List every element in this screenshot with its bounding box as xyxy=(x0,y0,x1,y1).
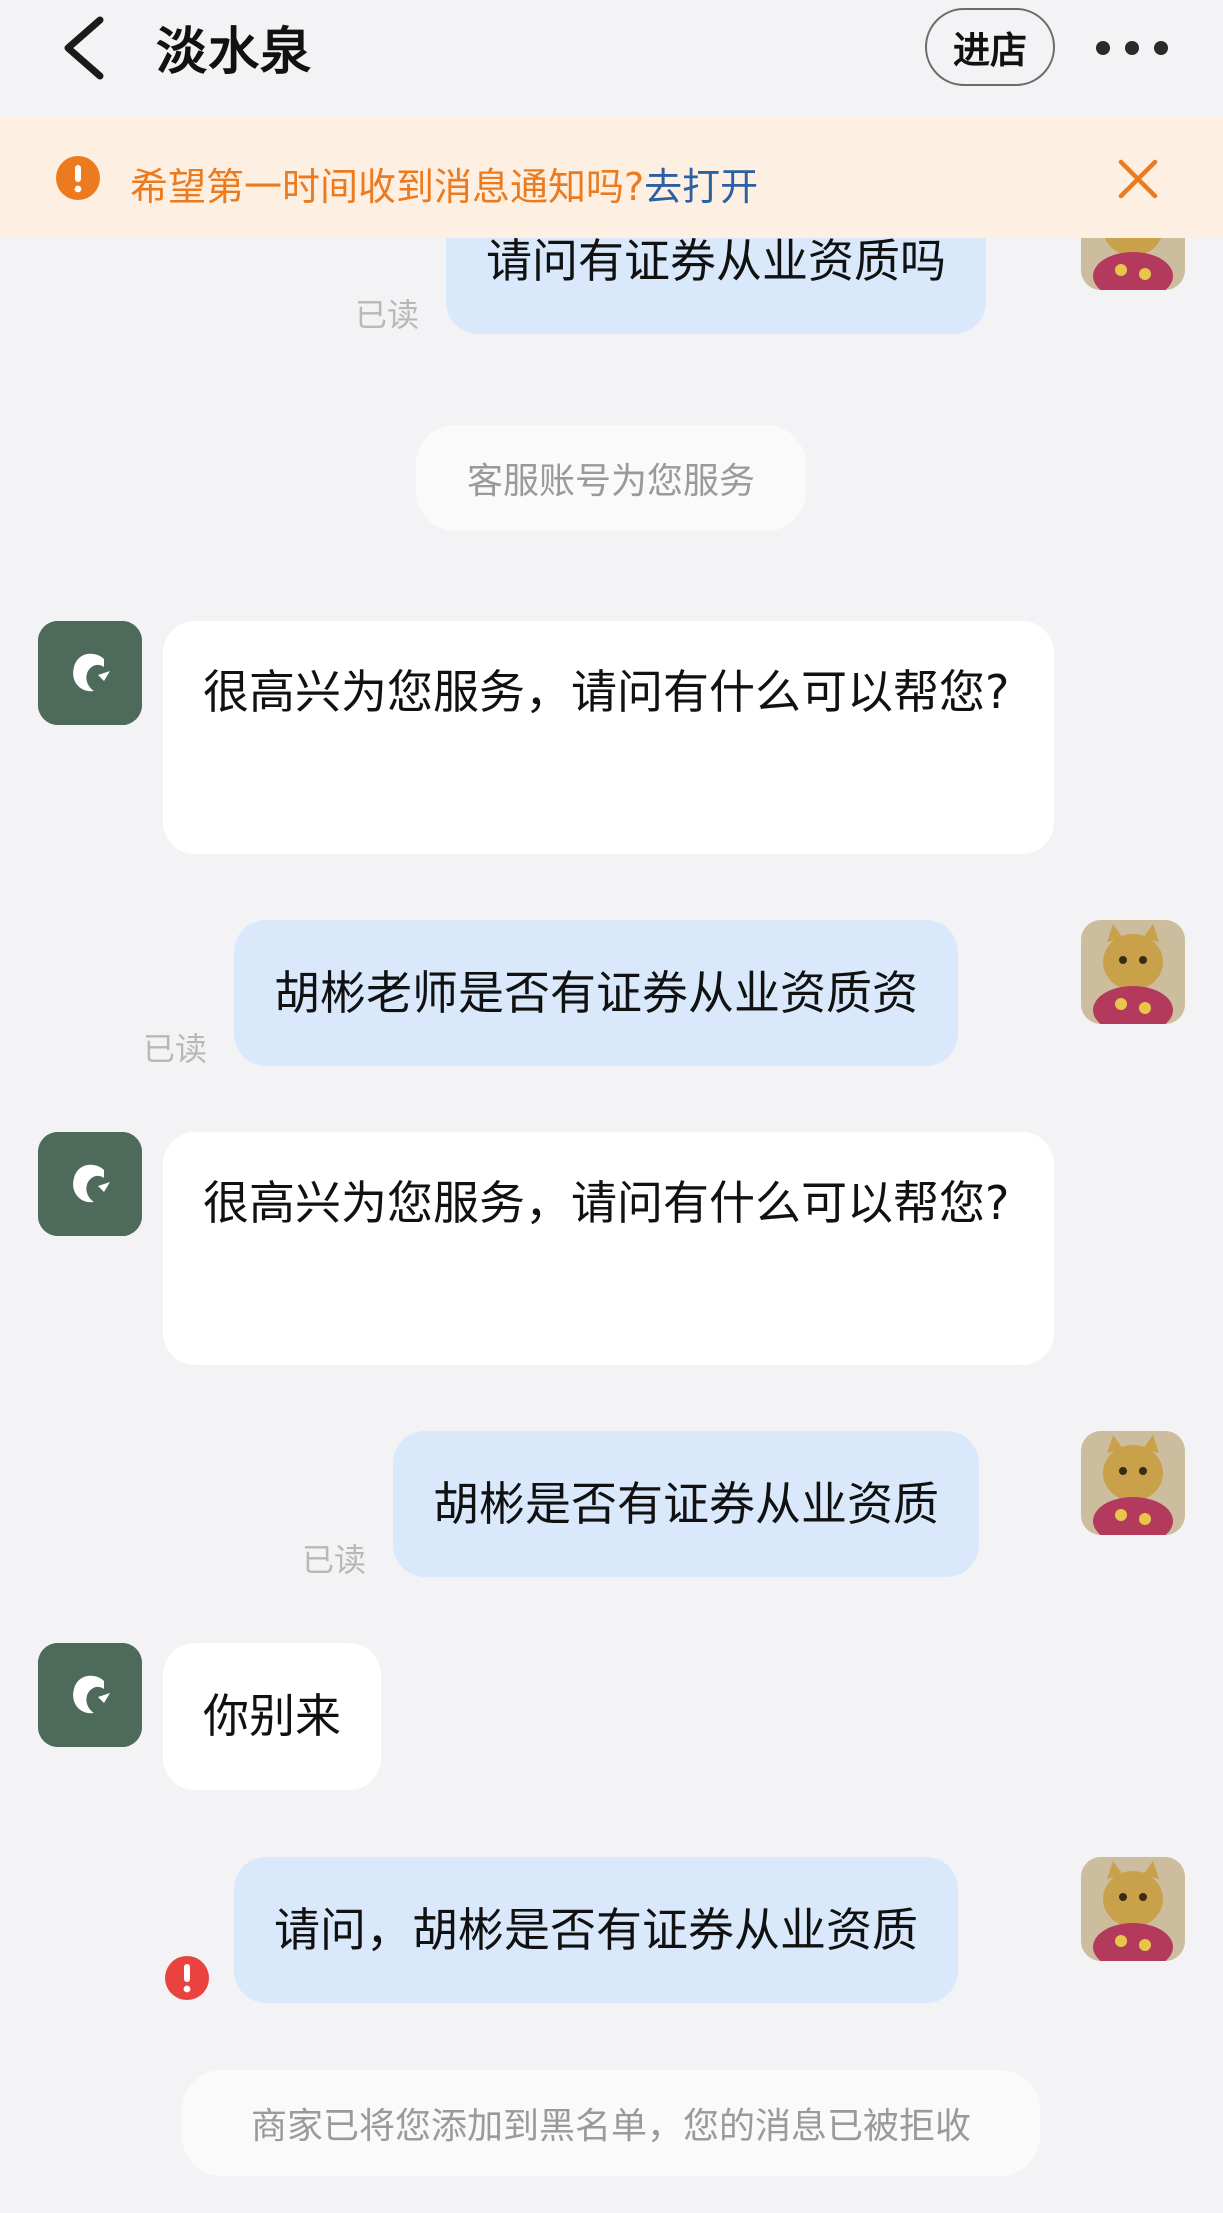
cat-avatar-icon xyxy=(1081,1431,1185,1535)
shop-logo-icon xyxy=(38,1132,142,1236)
dot-icon xyxy=(1154,41,1168,55)
user-avatar[interactable] xyxy=(1081,1857,1185,1961)
dot-icon xyxy=(1125,41,1139,55)
read-receipt: 已读 xyxy=(302,1541,367,1579)
cat-avatar-icon xyxy=(1081,1857,1185,1961)
close-icon[interactable] xyxy=(1117,158,1159,200)
alert-icon xyxy=(56,156,100,200)
enable-notifications-link[interactable]: 去打开 xyxy=(644,165,758,209)
message-bubble-received[interactable]: 很高兴为您服务，请问有什么可以帮您? xyxy=(163,621,1054,854)
notice-message: 希望第一时间收到消息通知吗?去打开 xyxy=(130,156,758,211)
more-options-button[interactable] xyxy=(1096,30,1168,66)
top-bar: 淡水泉 进店 xyxy=(0,0,1223,118)
page-title: 淡水泉 xyxy=(156,23,313,82)
notice-label: 希望第一时间收到消息通知吗? xyxy=(130,165,645,209)
chat-page: 淡水泉 进店 希望第一时间收到消息通知吗?去打开 请问有证券从业资质吗 已读 客… xyxy=(0,0,1223,2213)
message-bubble-received[interactable]: 很高兴为您服务，请问有什么可以帮您? xyxy=(163,1132,1054,1365)
read-receipt: 已读 xyxy=(143,1030,208,1068)
chevron-left-icon xyxy=(64,16,104,80)
cat-avatar-icon xyxy=(1081,920,1185,1024)
system-message: 客服账号为您服务 xyxy=(416,425,806,531)
shop-avatar[interactable] xyxy=(38,1132,142,1236)
shop-logo-icon xyxy=(38,621,142,725)
shop-avatar[interactable] xyxy=(38,1643,142,1747)
message-bubble-sent[interactable]: 胡彬老师是否有证券从业资质资 xyxy=(234,920,958,1066)
enter-shop-button[interactable]: 进店 xyxy=(925,8,1055,86)
shop-logo-icon xyxy=(38,1643,142,1747)
dot-icon xyxy=(1096,41,1110,55)
back-button[interactable] xyxy=(58,16,118,80)
message-bubble-sent[interactable]: 胡彬是否有证券从业资质 xyxy=(393,1431,979,1577)
read-receipt: 已读 xyxy=(355,296,420,334)
message-bubble-sent[interactable]: 请问，胡彬是否有证券从业资质 xyxy=(234,1857,958,2003)
system-message: 商家已将您添加到黑名单，您的消息已被拒收 xyxy=(182,2070,1040,2176)
message-bubble-received[interactable]: 你别来 xyxy=(163,1643,381,1790)
user-avatar[interactable] xyxy=(1081,1431,1185,1535)
shop-avatar[interactable] xyxy=(38,621,142,725)
user-avatar[interactable] xyxy=(1081,920,1185,1024)
send-failed-icon[interactable] xyxy=(164,1955,210,2001)
notification-banner: 希望第一时间收到消息通知吗?去打开 xyxy=(0,118,1223,238)
